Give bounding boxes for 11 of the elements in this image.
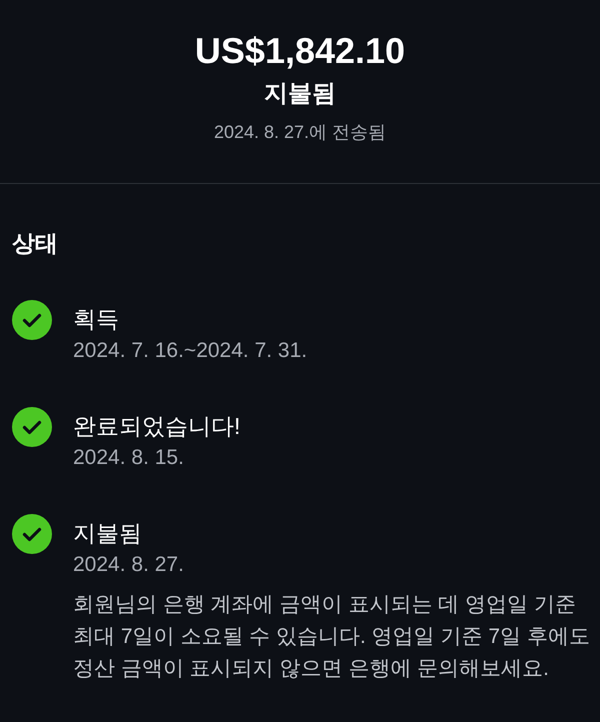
step-description: 회원님의 은행 계좌에 금액이 표시되는 데 영업일 기준 최대 7일이 소요될 수 있습니다. 영업일 기준 7일 후에도 정산 금액이 표시되지 않으면 은행에 문의해보세요.	[73, 592, 591, 682]
step-date: 2024. 8. 27.	[73, 552, 185, 578]
payout-amount: US$1,842.10	[194, 31, 406, 71]
section-title: 상태	[12, 229, 59, 258]
step-title: 완료되었습니다!	[73, 412, 240, 441]
step-date: 2024. 8. 15.	[73, 445, 185, 471]
step-title: 지불됨	[73, 519, 143, 548]
step-date: 2024. 7. 16.~2024. 7. 31.	[73, 338, 308, 364]
step-title: 획득	[73, 305, 120, 334]
payout-status: 지불됨	[264, 79, 336, 109]
sent-date: 2024. 8. 27.에 전송됨	[214, 121, 386, 143]
